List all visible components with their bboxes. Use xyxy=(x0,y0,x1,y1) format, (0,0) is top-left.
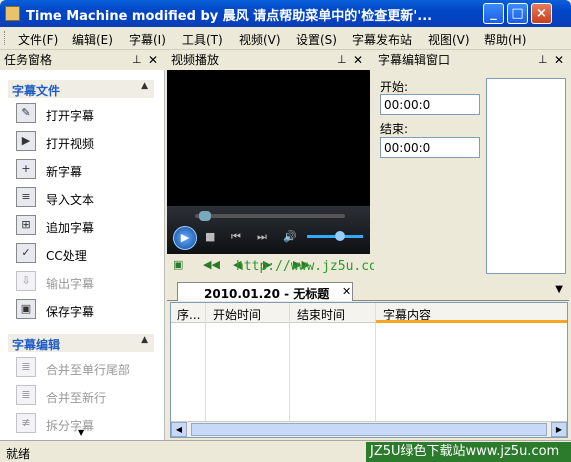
task-label: 合并至新行 xyxy=(46,391,107,405)
append-subtitle-icon: ⊞ xyxy=(16,215,36,235)
volume-icon[interactable]: 🔊 xyxy=(283,230,297,243)
merge-new-line-icon: ≣ xyxy=(16,385,36,405)
title-bar: Time Machine modified by 晨风 请点帮助菜单中的'检查更… xyxy=(0,0,571,27)
menu-edit[interactable]: 编辑(E) xyxy=(72,31,113,48)
collapse-chevron-icon[interactable]: ▲ xyxy=(141,81,148,91)
menu-subtitle[interactable]: 字幕(I) xyxy=(129,31,166,48)
seek-handle[interactable] xyxy=(199,211,211,221)
subtitle-text-area[interactable] xyxy=(486,78,566,274)
pin-icon[interactable]: ⊥ xyxy=(132,51,142,69)
end-time-field[interactable] xyxy=(380,137,480,158)
menu-video[interactable]: 视频(V) xyxy=(239,31,281,48)
next-icon[interactable]: ⏭ xyxy=(257,230,267,244)
seek-track[interactable] xyxy=(195,214,345,218)
task-label: 打开视频 xyxy=(46,137,95,151)
close-icon[interactable]: ✕ xyxy=(342,285,351,298)
split-subtitle-icon: ≢ xyxy=(16,413,36,433)
menu-grip[interactable] xyxy=(4,31,7,45)
sort-indicator xyxy=(376,320,567,323)
scrollbar-thumb[interactable] xyxy=(191,423,547,436)
edit-panel-title: 字幕编辑窗口 xyxy=(378,53,451,67)
subtitle-table: 序... 开始时间 结束时间 字幕内容 ◀ ▶ xyxy=(170,302,568,438)
start-time-field[interactable] xyxy=(380,94,480,115)
pin-icon[interactable]: ⊥ xyxy=(337,51,347,69)
task-label: 追加字幕 xyxy=(46,221,95,235)
save-subtitle-icon: ▣ xyxy=(16,299,36,319)
scroll-left-icon[interactable]: ◀ xyxy=(171,422,187,437)
start-label: 开始: xyxy=(380,80,409,94)
export-subtitle-icon: ⇩ xyxy=(16,271,36,291)
video-controls: ▶ ■ ⏮ ⏭ 🔊 xyxy=(167,206,370,254)
video-panel-title: 视频播放 xyxy=(171,53,220,67)
menu-bar: 文件(F) 编辑(E) 字幕(I) 工具(T) 视频(V) 设置(S) 字幕发布… xyxy=(0,27,571,50)
edit-panel-header: 字幕编辑窗口 ⊥ ✕ xyxy=(374,51,569,69)
column-header-start[interactable]: 开始时间 xyxy=(213,306,261,323)
task-label: 导入文本 xyxy=(46,193,95,207)
group-subtitle-file[interactable]: 字幕文件 ▲ xyxy=(8,80,154,98)
menu-tools[interactable]: 工具(T) xyxy=(182,31,223,48)
rewind-icon[interactable]: ◀◀ xyxy=(203,258,220,271)
menu-help[interactable]: 帮助(H) xyxy=(484,31,526,48)
horizontal-scrollbar[interactable]: ◀ ▶ xyxy=(171,421,567,437)
end-label: 结束: xyxy=(380,122,409,136)
column-divider[interactable] xyxy=(289,303,290,437)
column-divider[interactable] xyxy=(375,303,376,437)
import-text-icon: ≡ xyxy=(16,187,36,207)
subtitle-edit-panel: 开始: 结束: xyxy=(374,70,569,276)
close-icon[interactable]: ✕ xyxy=(353,51,363,69)
task-pane: 字幕文件 ▲ ✎ 打开字幕 ▶ 打开视频 + 新字幕 ≡ 导入文本 ⊞ 追加字幕 ✓ CC处… xyxy=(0,70,165,440)
task-label: 新字幕 xyxy=(46,165,83,179)
close-icon[interactable]: ✕ xyxy=(148,51,158,69)
close-icon[interactable]: ✕ xyxy=(554,51,564,69)
menu-file[interactable]: 文件(F) xyxy=(18,31,58,48)
menu-publish[interactable]: 字幕发布站 xyxy=(352,31,412,48)
status-text: 就绪 xyxy=(6,447,31,461)
minimize-button[interactable]: _ xyxy=(483,3,504,24)
open-video-icon: ▶ xyxy=(16,131,36,151)
column-header-index[interactable]: 序... xyxy=(177,306,200,323)
stop-icon[interactable]: ■ xyxy=(205,230,215,243)
scroll-down-icon[interactable]: ▼ xyxy=(78,428,84,437)
task-label: 保存字幕 xyxy=(46,305,95,319)
scroll-right-icon[interactable]: ▶ xyxy=(551,422,567,437)
menu-view[interactable]: 视图(V) xyxy=(428,31,470,48)
task-label: CC处理 xyxy=(46,249,87,263)
collapse-chevron-icon[interactable]: ▲ xyxy=(141,335,148,345)
new-subtitle-icon: + xyxy=(16,159,36,179)
task-label: 输出字幕 xyxy=(46,277,95,291)
document-tab-title: 2010.01.20 - 无标题 xyxy=(204,287,330,301)
task-label: 打开字幕 xyxy=(46,109,95,123)
document-tab[interactable]: 2010.01.20 - 无标题 ✕ xyxy=(177,282,353,301)
close-button[interactable]: × xyxy=(531,3,552,24)
cc-process-icon: ✓ xyxy=(16,243,36,263)
play-button[interactable]: ▶ xyxy=(173,226,197,250)
group-title: 字幕文件 xyxy=(12,84,61,98)
volume-handle[interactable] xyxy=(335,231,345,241)
task-label: 拆分字幕 xyxy=(46,419,95,433)
app-icon xyxy=(5,6,20,21)
url-watermark: http://www.jz5u.com xyxy=(236,259,385,274)
task-pane-title: 任务窗格 xyxy=(4,53,53,67)
snapshot-icon[interactable]: ▣ xyxy=(173,258,183,271)
previous-icon[interactable]: ⏮ xyxy=(231,230,241,244)
column-divider[interactable] xyxy=(205,303,206,437)
merge-line-end-icon: ≣ xyxy=(16,357,36,377)
menu-settings[interactable]: 设置(S) xyxy=(296,31,337,48)
site-watermark: JZ5U绿色下载站www.jz5u.com xyxy=(366,442,571,462)
task-label: 合并至单行尾部 xyxy=(46,363,131,377)
maximize-button[interactable]: □ xyxy=(507,3,528,24)
window-title: Time Machine modified by 晨风 请点帮助菜单中的'检查更… xyxy=(26,9,433,24)
video-panel-header: 视频播放 ⊥ ✕ xyxy=(167,51,370,69)
open-subtitle-icon: ✎ xyxy=(16,103,36,123)
document-tab-strip: 2010.01.20 - 无标题 ✕ ▼ xyxy=(167,280,569,301)
group-subtitle-edit[interactable]: 字幕编辑 ▲ xyxy=(8,334,154,352)
tab-list-dropdown-icon[interactable]: ▼ xyxy=(555,284,563,295)
pin-icon[interactable]: ⊥ xyxy=(538,51,548,69)
column-header-end[interactable]: 结束时间 xyxy=(297,306,345,323)
task-pane-header: 任务窗格 ⊥ ✕ xyxy=(0,51,165,69)
group-title: 字幕编辑 xyxy=(12,338,61,352)
